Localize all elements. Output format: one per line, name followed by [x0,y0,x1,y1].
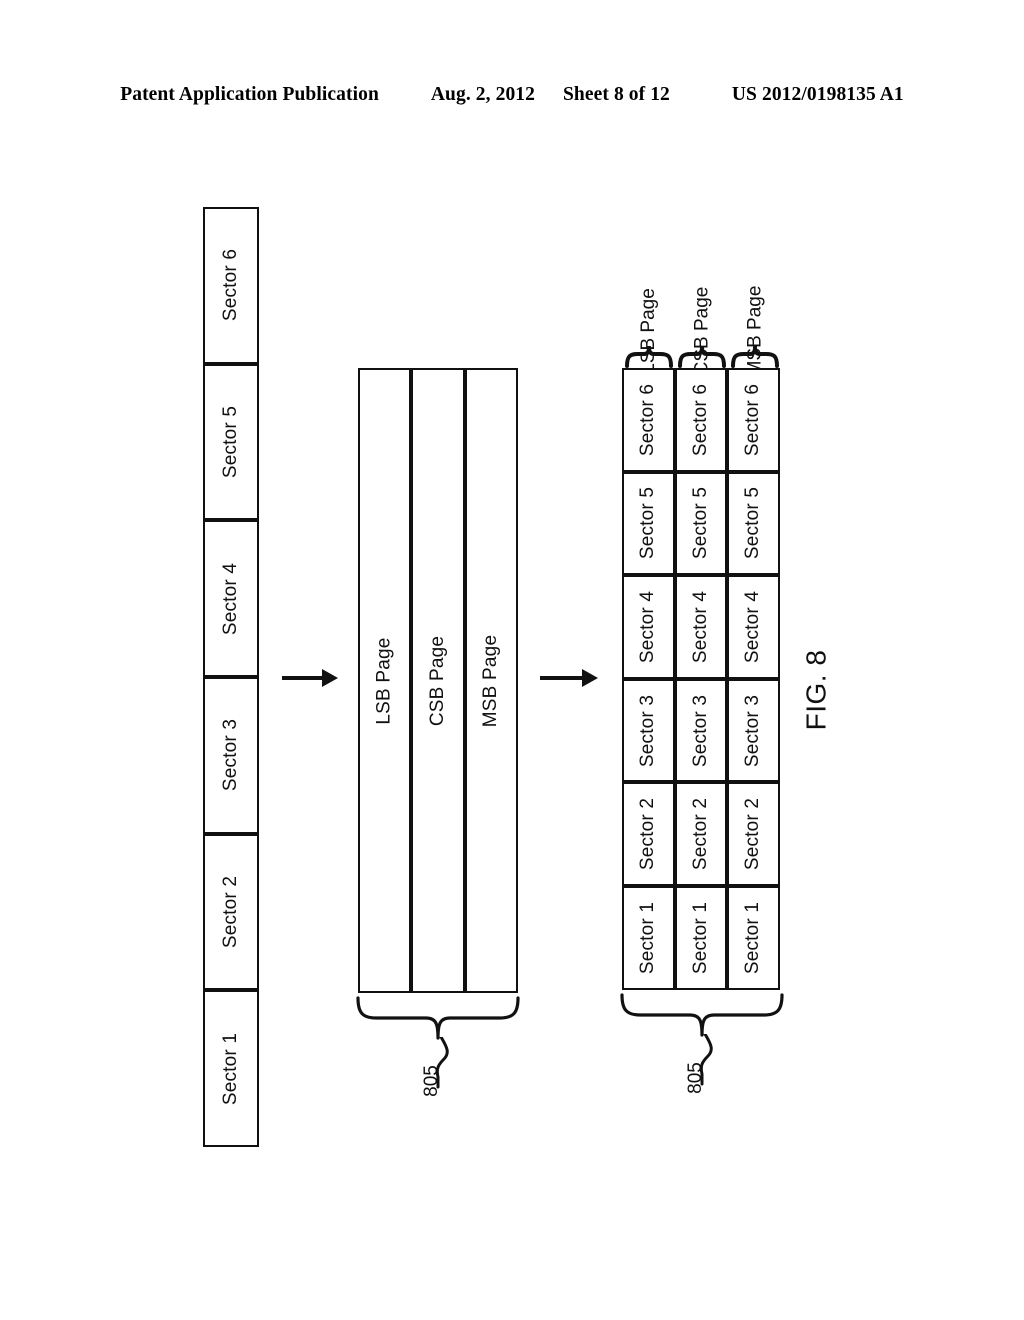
page-strip: LSB Page CSB Page MSB Page [358,368,518,993]
sector-grid-cell: Sector 2 [674,782,728,887]
sector-grid: Sector 6 Sector 6 Sector 6 Sector 5 Sect… [622,368,780,990]
sector-grid-cell: Sector 5 [674,471,728,576]
arrow-pages-to-grid-icon [540,666,598,690]
sector-grid-reference-numeral: 805 [680,1062,712,1094]
grid-column-header-lsb-label-wrap: LSB Page [622,242,676,374]
sector-grid-cell-label: Sector 4 [637,590,659,664]
grid-column-brace-lsb [625,345,673,368]
grid-column-header-msb: MSB Page [728,230,782,377]
sector-column-cell-label: Sector 5 [220,405,242,479]
sector-grid-cell-label: Sector 5 [742,487,764,560]
patent-figure-8: Sector 1 Sector 2 Sector 3 Sector 4 Sect… [0,0,1024,1320]
page-strip-cell-label: MSB Page [480,634,502,727]
sector-grid-cell: Sector 2 [622,782,675,887]
sector-grid-cell: Sector 4 [727,575,780,679]
sector-column: Sector 1 Sector 2 Sector 3 Sector 4 Sect… [203,207,259,1147]
sector-grid-cell-label: Sector 3 [689,694,711,767]
sector-grid-cell-label: Sector 5 [689,487,711,560]
sector-column-cell-label: Sector 3 [220,719,242,792]
grid-column-header-msb-label-wrap: MSB Page [728,242,782,377]
sector-grid-cell-label: Sector 4 [689,590,711,664]
sector-column-cell: Sector 2 [203,833,259,991]
sector-grid-cell: Sector 6 [727,368,780,472]
page-strip-cell-label: LSB Page [373,636,395,725]
sector-grid-cell-label: Sector 3 [637,694,659,767]
sector-grid-cell-label: Sector 1 [742,901,764,975]
sector-grid-cell: Sector 1 [674,886,728,990]
sector-grid-cell: Sector 6 [674,368,728,472]
page-strip-reference-numeral-text: 805 [420,1065,442,1097]
sector-grid-cell: Sector 6 [622,368,675,472]
page-strip-cell: CSB Page [411,368,465,993]
grid-column-header-lsb: LSB Page [622,230,676,374]
sector-grid-cell: Sector 2 [727,782,780,887]
sector-grid-cell: Sector 5 [727,471,780,576]
sector-grid-cell-label: Sector 3 [742,694,764,767]
sector-grid-brace [620,993,784,1037]
sector-grid-cell: Sector 3 [622,678,675,783]
sector-column-cell-label: Sector 6 [220,249,242,322]
sector-grid-cell: Sector 5 [622,471,675,576]
sector-grid-cell-label: Sector 4 [742,590,764,664]
page-strip-cell: LSB Page [358,368,412,993]
sector-column-cell: Sector 3 [203,677,259,834]
sector-column-cell-label: Sector 1 [220,1032,242,1105]
sector-grid-cell: Sector 4 [674,575,728,679]
grid-column-brace-csb [678,345,726,368]
sector-grid-reference-numeral-text: 805 [684,1062,706,1094]
sector-grid-cell: Sector 4 [622,575,675,679]
figure-caption-text: FIG. 8 [800,649,832,731]
sector-grid-cell: Sector 1 [727,886,780,990]
sector-grid-cell: Sector 3 [674,678,728,783]
sector-grid-cell-label: Sector 6 [742,383,764,457]
sector-grid-cell-label: Sector 1 [637,901,659,975]
sector-grid-cell-label: Sector 2 [689,798,711,871]
sector-grid-cell-label: Sector 1 [689,901,711,975]
page-strip-cell: MSB Page [464,368,518,993]
sector-grid-cell-label: Sector 2 [637,798,659,871]
page-strip-brace [356,996,520,1040]
grid-column-header-csb: CSB Page [675,230,729,376]
page-strip-cell-label: CSB Page [426,635,448,726]
sector-column-cell: Sector 1 [203,990,259,1147]
sector-column-cell: Sector 6 [203,207,259,364]
sector-grid-cell-label: Sector 5 [637,487,659,560]
sector-grid-cell-label: Sector 2 [742,798,764,871]
sector-grid-cell: Sector 1 [622,886,675,990]
grid-column-brace-msb [731,345,779,368]
page-strip-reference-numeral: 805 [416,1065,448,1097]
sector-column-cell-label: Sector 4 [220,562,242,635]
sector-column-cell: Sector 4 [203,520,259,677]
sector-grid-cell-label: Sector 6 [689,383,711,457]
sector-grid-cell: Sector 3 [727,678,780,783]
grid-column-header-csb-label-wrap: CSB Page [675,242,729,376]
figure-caption: FIG. 8 [786,610,846,770]
arrow-input-to-pages-icon [282,666,338,690]
sector-column-cell: Sector 5 [203,363,259,521]
sector-grid-cell-label: Sector 6 [637,383,659,457]
sector-column-cell-label: Sector 2 [220,875,242,949]
